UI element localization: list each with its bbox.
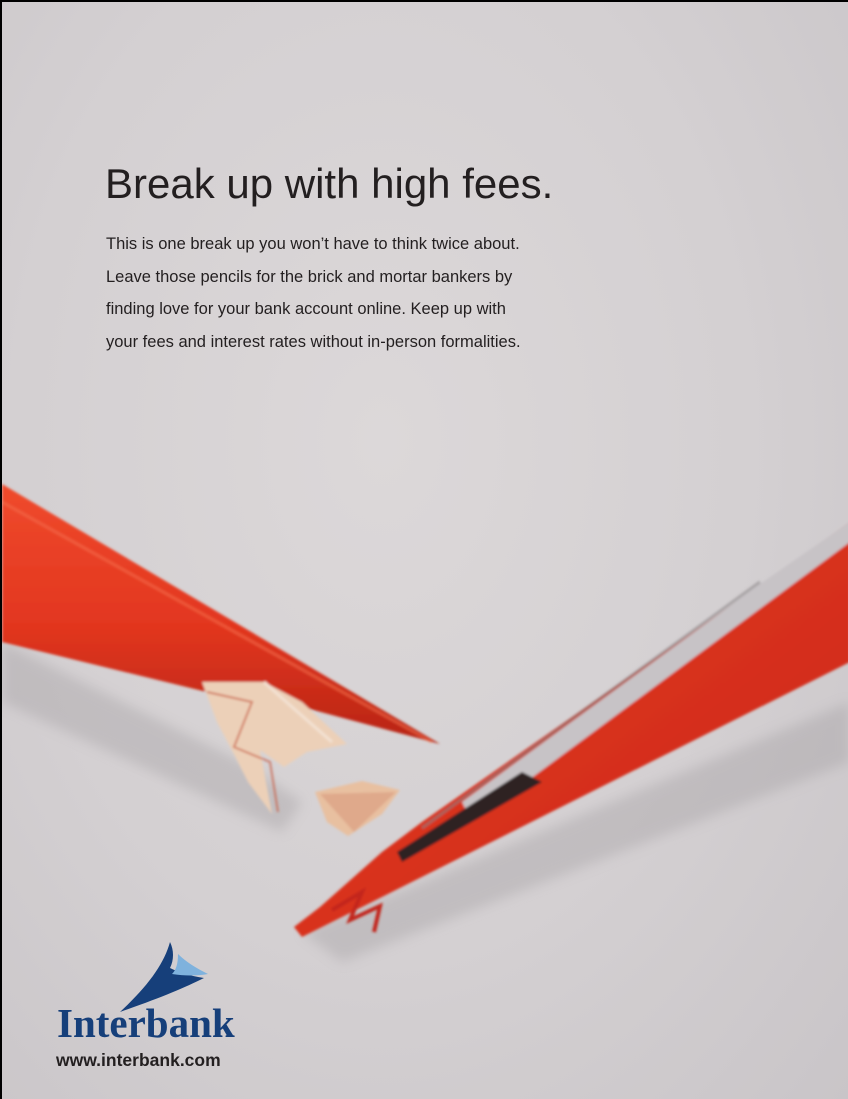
body-line: your fees and interest rates without in-… bbox=[106, 332, 521, 351]
brand-name: Interbank bbox=[57, 1000, 235, 1046]
body-line: Leave those pencils for the brick and mo… bbox=[106, 267, 513, 286]
website-link[interactable]: www.interbank.com bbox=[56, 1049, 221, 1071]
body-line: finding love for your bank account onlin… bbox=[106, 300, 506, 318]
advertisement-page: Break up with high fees. This is one bre… bbox=[0, 0, 848, 1099]
brand-block: Interbank www.interbank.com bbox=[54, 942, 294, 1082]
body-copy: This is one break up you won’t have to t… bbox=[106, 228, 646, 358]
body-line: This is one break up you won’t have to t… bbox=[106, 235, 520, 253]
right-pencil-piece bbox=[294, 523, 848, 937]
headline: Break up with high fees. bbox=[105, 160, 554, 207]
